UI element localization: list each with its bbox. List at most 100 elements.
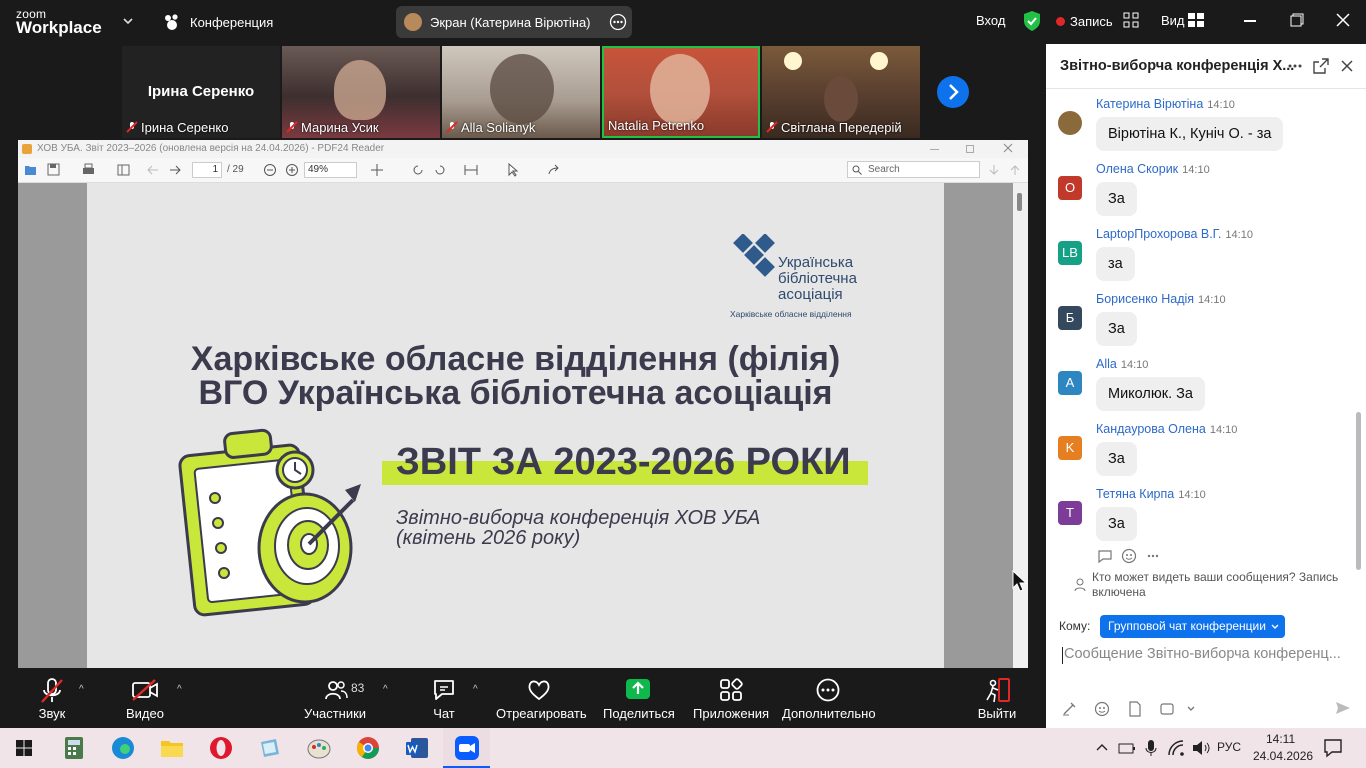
fit-width-icon[interactable] (464, 163, 478, 177)
microphone-icon[interactable] (1144, 739, 1158, 757)
react-button[interactable]: Отреагировать (496, 668, 587, 728)
video-tile[interactable]: Alla Solianyk (442, 46, 600, 138)
leave-button[interactable]: Выйти (973, 668, 1021, 728)
input-language[interactable]: РУС (1217, 740, 1241, 754)
apps-button[interactable]: Приложения (693, 668, 769, 728)
print-icon[interactable] (81, 163, 95, 177)
visibility-note[interactable]: Кто может видеть ваши сообщения? Запись … (1092, 570, 1352, 600)
search-up-icon[interactable] (1009, 164, 1021, 176)
video-button[interactable]: Видео (115, 668, 175, 728)
message-input[interactable]: Сообщение Звітно-виборча конференц... (1060, 644, 1360, 666)
next-page-button[interactable] (937, 76, 969, 108)
zoom-out-icon[interactable] (263, 163, 277, 177)
save-icon[interactable] (47, 163, 61, 177)
search-down-icon[interactable] (988, 164, 1000, 176)
emoji-icon[interactable] (1094, 701, 1110, 717)
recipient-dropdown[interactable]: Групповой чат конференции (1100, 615, 1285, 638)
chat-scrollbar[interactable] (1356, 412, 1361, 570)
rotate-left-icon[interactable] (411, 163, 425, 177)
audio-button[interactable]: Звук (22, 668, 82, 728)
message-sender[interactable]: Борисенко Надія 14:10 (1096, 292, 1226, 306)
file-attach-icon[interactable] (1127, 701, 1143, 717)
network-icon[interactable] (1167, 739, 1185, 757)
participants-options-caret[interactable]: ^ (383, 684, 388, 695)
message-sender[interactable]: Кандаурова Олена 14:10 (1096, 422, 1237, 436)
zoom-taskbar-button[interactable] (443, 728, 490, 768)
message-sender[interactable]: Катерина Вірютіна 14:10 (1096, 97, 1235, 111)
pdf-viewport[interactable]: Українська бібліотечна асоціація Харківс… (18, 183, 1028, 668)
more-button[interactable]: Дополнительно (782, 668, 876, 728)
video-options-caret[interactable]: ^ (177, 684, 182, 695)
message-sender[interactable]: Alla 14:10 (1096, 357, 1148, 371)
video-tile[interactable]: Марина Усик (282, 46, 440, 138)
arrow-right-icon[interactable] (168, 163, 182, 177)
opera-icon[interactable] (207, 734, 235, 762)
message-sender[interactable]: Олена Скорик 14:10 (1096, 162, 1210, 176)
minimize-icon[interactable] (1244, 20, 1256, 22)
message-sender[interactable]: Тетяна Кирпа 14:10 (1096, 487, 1206, 501)
calculator-icon[interactable] (60, 734, 88, 762)
folder-open-icon[interactable] (24, 163, 38, 177)
message-sender[interactable]: LaptopПрохорова В.Г. 14:10 (1096, 227, 1253, 241)
view-label[interactable]: Вид (1161, 13, 1185, 28)
chevron-down-icon[interactable] (122, 14, 134, 26)
participants-button[interactable]: 83 Участники (300, 668, 370, 728)
notification-icon[interactable] (1323, 738, 1343, 758)
screenshot-icon[interactable] (1159, 701, 1175, 717)
rotate-right-icon[interactable] (433, 163, 447, 177)
word-icon[interactable] (403, 734, 431, 762)
zoom-select[interactable]: 49% (304, 162, 357, 178)
more-options-icon[interactable] (1146, 549, 1160, 563)
arrow-left-icon[interactable] (146, 163, 160, 177)
restore-icon[interactable] (1290, 13, 1304, 27)
chevron-up-icon[interactable] (1096, 742, 1108, 752)
pan-tool-icon[interactable] (370, 163, 384, 177)
video-tile-active-speaker[interactable]: Natalia Petrenko (602, 46, 760, 138)
reply-icon[interactable] (1097, 549, 1113, 563)
meeting-info-icon[interactable] (163, 13, 181, 31)
clock-time[interactable]: 14:11 (1266, 732, 1295, 746)
minimize-icon[interactable] (930, 149, 939, 150)
apps-grid-icon[interactable] (1123, 12, 1139, 28)
paint-icon[interactable] (305, 734, 333, 762)
windows-start-icon[interactable] (10, 734, 38, 762)
screen-share-pill[interactable]: Экран (Катерина Вірютіна) (396, 6, 632, 38)
page-number-input[interactable]: 1 (192, 162, 222, 178)
chrome-icon[interactable] (354, 734, 382, 762)
pdf-search-input[interactable]: Search (847, 161, 980, 178)
view-grid-icon[interactable] (1188, 13, 1204, 27)
edge-browser-icon[interactable] (109, 734, 137, 762)
emoji-react-icon[interactable] (1121, 548, 1137, 564)
select-cursor-icon[interactable] (506, 163, 520, 177)
record-label[interactable]: Запись (1070, 14, 1113, 29)
close-icon[interactable] (1340, 59, 1354, 73)
share-screen-button[interactable]: Поделиться (603, 668, 675, 728)
chat-options-caret[interactable]: ^ (473, 684, 478, 695)
zoom-in-icon[interactable] (285, 163, 299, 177)
format-text-icon[interactable] (1061, 701, 1077, 717)
chevron-down-icon[interactable] (1187, 706, 1195, 712)
meeting-label[interactable]: Конференция (190, 15, 273, 30)
clock-date[interactable]: 24.04.2026 (1253, 749, 1313, 763)
video-tile[interactable]: Світлана Передерій (762, 46, 920, 138)
close-icon[interactable] (1336, 13, 1350, 27)
app-window-icon[interactable] (256, 734, 284, 762)
close-icon[interactable] (1003, 143, 1013, 153)
file-explorer-icon[interactable] (158, 734, 186, 762)
more-options-icon[interactable] (609, 13, 627, 31)
battery-icon[interactable] (1118, 740, 1136, 756)
pdf-scrollbar[interactable] (1013, 183, 1028, 668)
login-button[interactable]: Вход (976, 13, 1005, 28)
shield-icon[interactable] (1022, 10, 1042, 32)
chat-button[interactable]: Чат (420, 668, 468, 728)
share-arrow-icon[interactable] (547, 163, 561, 177)
send-icon[interactable] (1335, 700, 1351, 716)
video-tile[interactable]: Ірина Серенко Ірина Серенко (122, 46, 280, 138)
maximize-icon[interactable] (966, 145, 974, 153)
sidebar-toggle-icon[interactable] (117, 163, 131, 177)
more-options-icon[interactable] (1287, 58, 1303, 74)
volume-icon[interactable] (1191, 739, 1211, 757)
audio-options-caret[interactable]: ^ (79, 684, 84, 695)
popout-icon[interactable] (1313, 58, 1329, 74)
pdf-scrollbar-thumb[interactable] (1017, 193, 1022, 211)
